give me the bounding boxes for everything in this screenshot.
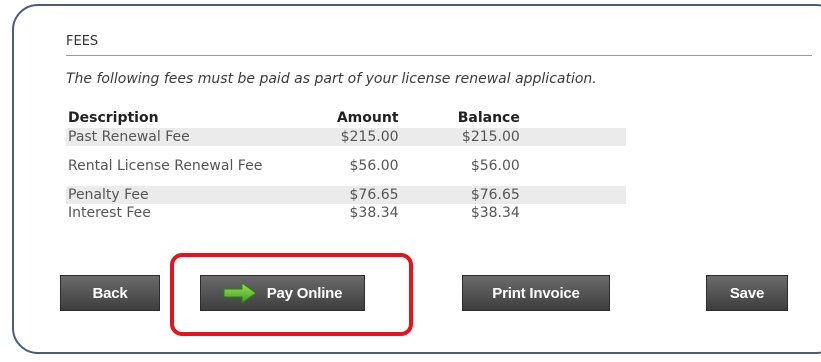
print-invoice-button[interactable]: Print Invoice [462, 275, 610, 311]
header-balance: Balance [457, 110, 520, 126]
fee-description: Rental License Renewal Fee [68, 157, 263, 174]
back-button-label: Back [92, 284, 128, 302]
fee-amount: $56.00 [349, 158, 399, 174]
fee-description: Past Renewal Fee [66, 128, 289, 146]
pay-online-highlight [170, 253, 413, 336]
fee-balance: $56.00 [470, 158, 520, 174]
header-description: Description [68, 110, 159, 126]
fee-description: Penalty Fee [66, 186, 289, 204]
header-spacer [522, 108, 626, 128]
row-spacer [522, 204, 626, 222]
table-row: Rental License Renewal Fee $56.00 $56.00 [66, 146, 626, 186]
fee-amount: $76.65 [288, 186, 401, 204]
fee-description: Interest Fee [68, 205, 151, 221]
fee-amount: $38.34 [349, 205, 399, 221]
section-title: FEES [66, 34, 99, 49]
fee-balance: $215.00 [400, 128, 522, 146]
fee-balance: $76.65 [400, 186, 522, 204]
back-button[interactable]: Back [60, 275, 160, 311]
table-row: Penalty Fee $76.65 $76.65 [66, 186, 626, 204]
table-header-row: Description Amount Balance [66, 108, 626, 128]
fee-amount: $215.00 [288, 128, 401, 146]
save-button[interactable]: Save [706, 275, 788, 311]
fee-balance: $38.34 [470, 205, 520, 221]
fees-table: Description Amount Balance Past Renewal … [66, 108, 626, 222]
fees-section: FEES The following fees must be paid as … [66, 30, 812, 221]
save-button-label: Save [729, 284, 765, 302]
header-amount: Amount [336, 110, 399, 126]
row-spacer [521, 128, 626, 146]
row-spacer [521, 186, 626, 204]
table-row: Interest Fee $38.34 $38.34 [66, 204, 626, 222]
row-spacer [522, 146, 626, 186]
fees-intro-text: The following fees must be paid as part … [66, 71, 597, 87]
table-row: Past Renewal Fee $215.00 $215.00 [66, 128, 626, 146]
section-divider [66, 55, 812, 56]
print-invoice-button-label: Print Invoice [492, 284, 580, 302]
